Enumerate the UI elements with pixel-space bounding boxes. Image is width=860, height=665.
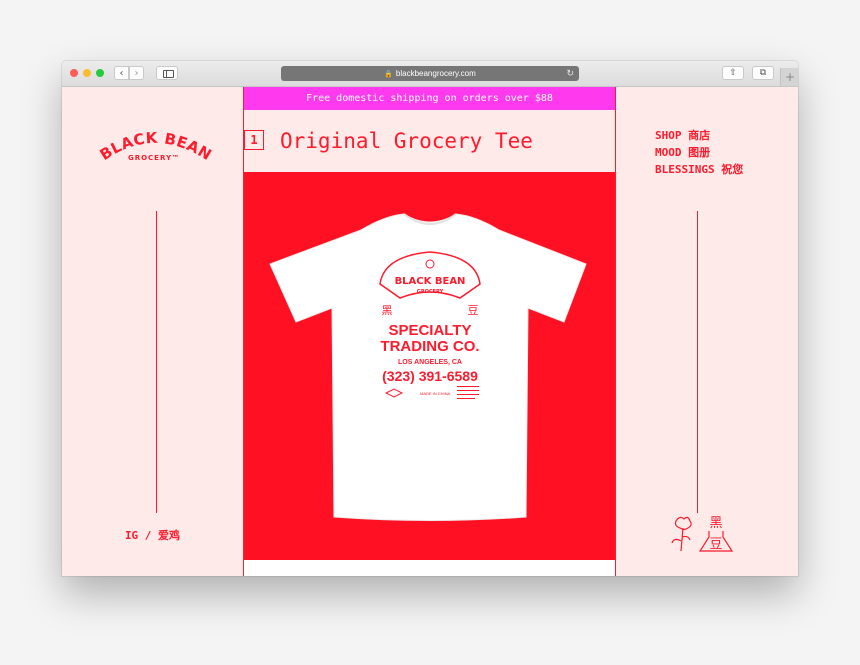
sidebar-toggle-button[interactable]: [156, 66, 178, 80]
mark-char-top: 黑: [709, 516, 722, 531]
product-number-badge: 1: [244, 130, 264, 150]
shirt-made-in: MADE IN CHINA: [420, 391, 451, 396]
mark-char-bottom: 豆: [709, 537, 722, 552]
product-image[interactable]: BLACK BEAN GROCERY 黑 豆 SPECIALTY TRADING…: [244, 172, 615, 560]
close-window-button[interactable]: [70, 69, 78, 77]
product-title: Original Grocery Tee: [280, 129, 533, 153]
brand-logo[interactable]: BLACK BEAN GROCERY™: [96, 127, 215, 171]
brand-mark-graphic: 黑 豆: [671, 516, 734, 552]
shirt-logo-subtext: GROCERY: [417, 289, 444, 295]
shirt-location: LOS ANGELES, CA: [398, 359, 462, 366]
reload-icon[interactable]: ↻: [566, 66, 574, 81]
content-below-image: [244, 560, 615, 576]
brand-logo-graphic: BLACK BEAN GROCERY™: [97, 129, 215, 164]
url-text: blackbeangrocery.com: [395, 69, 476, 78]
shipping-banner[interactable]: Free domestic shipping on orders over $8…: [244, 87, 615, 110]
main-nav: SHOP 商店 MOOD 图册 BLESSINGS 祝您: [655, 127, 743, 178]
sidebar-icon: [163, 70, 174, 78]
tabs-icon: ⧉: [759, 68, 767, 78]
column-divider-right: [615, 87, 616, 576]
brand-mark: 黑 豆: [666, 513, 736, 557]
shirt-line2: TRADING CO.: [380, 338, 479, 355]
plus-icon: +: [784, 70, 796, 84]
browser-toolbar: ‹ › 🔒 blackbeangrocery.com ↻ ⇧ ⧉ +: [62, 61, 798, 87]
nav-item-blessings[interactable]: BLESSINGS 祝您: [655, 161, 743, 178]
shirt-char-left: 黑: [382, 304, 393, 317]
back-button[interactable]: ‹: [114, 66, 129, 80]
decorative-rule-left: [156, 211, 157, 513]
decorative-rule-right: [697, 211, 698, 513]
tshirt-illustration: BLACK BEAN GROCERY 黑 豆 SPECIALTY TRADING…: [269, 213, 587, 521]
share-button[interactable]: ⇧: [722, 66, 744, 80]
shirt-char-right: 豆: [468, 304, 479, 317]
tab-overview-button[interactable]: ⧉: [752, 66, 774, 80]
lock-icon: 🔒: [384, 71, 393, 78]
zoom-window-button[interactable]: [96, 69, 104, 77]
nav-item-shop[interactable]: SHOP 商店: [655, 127, 743, 144]
web-page: Free domestic shipping on orders over $8…: [62, 87, 798, 576]
address-bar[interactable]: 🔒 blackbeangrocery.com ↻: [281, 66, 579, 81]
logo-subtext: GROCERY™: [128, 154, 180, 162]
browser-window: ‹ › 🔒 blackbeangrocery.com ↻ ⇧ ⧉ + Free d…: [62, 61, 798, 576]
shirt-logo-text: BLACK BEAN: [395, 276, 466, 287]
nav-item-mood[interactable]: MOOD 图册: [655, 144, 743, 161]
minimize-window-button[interactable]: [83, 69, 91, 77]
flower-icon: [671, 516, 692, 552]
shirt-phone: (323) 391-6589: [382, 368, 478, 384]
share-icon: ⇧: [729, 68, 737, 78]
shirt-line1: SPECIALTY: [388, 322, 471, 339]
forward-button[interactable]: ›: [129, 66, 144, 80]
instagram-link[interactable]: IG / 爱鸡: [62, 527, 243, 543]
chevron-right-icon: ›: [134, 68, 139, 79]
chevron-left-icon: ‹: [119, 68, 124, 79]
new-tab-button[interactable]: +: [780, 68, 798, 86]
